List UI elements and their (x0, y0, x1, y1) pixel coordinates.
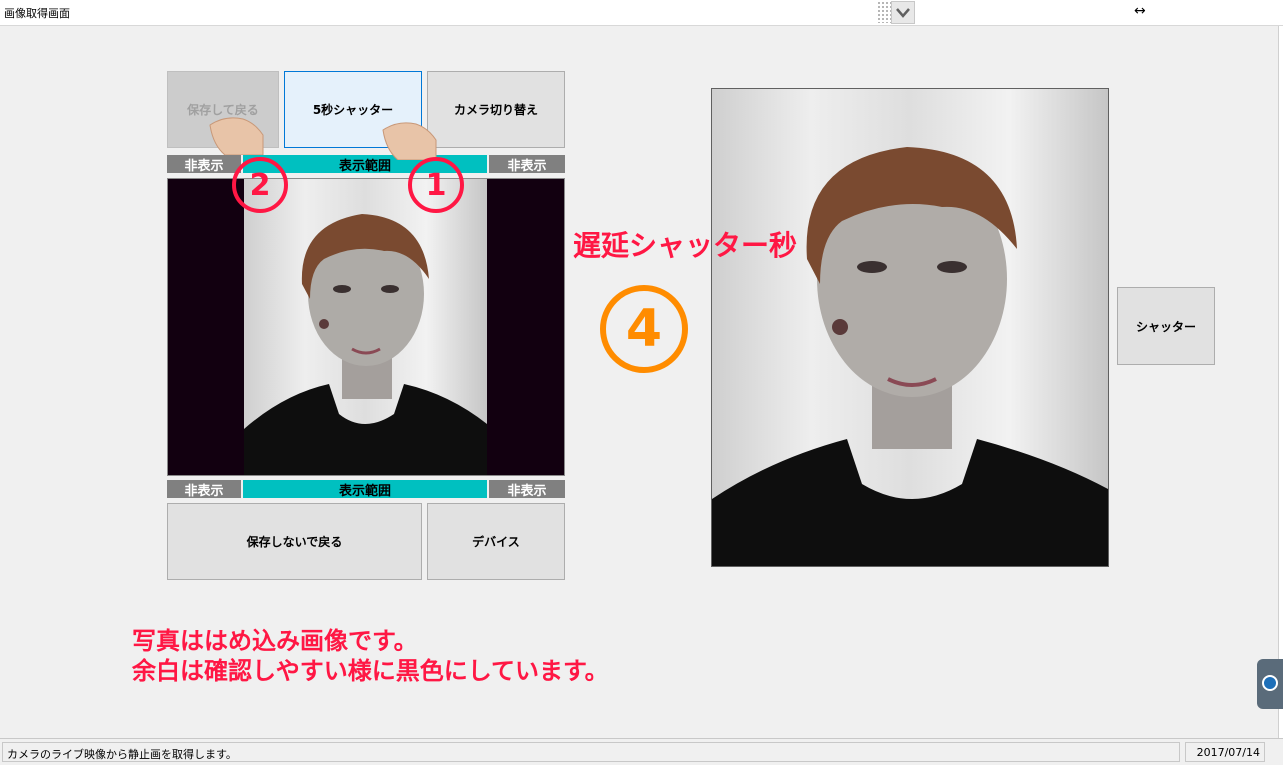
shutter-button[interactable]: シャッター (1117, 287, 1215, 365)
resize-icon[interactable]: ↔ (1134, 3, 1146, 19)
preview-photo (244, 179, 487, 475)
return-without-saving-button[interactable]: 保存しないで戻る (167, 503, 422, 580)
annotation-circle-2: 2 (232, 157, 288, 213)
note-line-2: 余白は確認しやすい様に黒色にしています。 (132, 657, 609, 685)
annotation-circle-4: 4 (600, 285, 688, 373)
hand-pointer-icon (209, 117, 264, 155)
status-message: カメラのライブ映像から静止画を取得します。 (2, 742, 1180, 762)
note-line-1: 写真ははめ込み画像です。 (132, 627, 418, 655)
status-date: 2017/07/14 (1185, 742, 1265, 762)
delay-shutter-label: 遅延シャッター秒 (573, 229, 798, 262)
window-title: 画像取得画面 (4, 7, 70, 20)
status-bar: カメラのライブ映像から静止画を取得します。 2017/07/14 (0, 738, 1283, 765)
side-tab-icon[interactable] (1257, 659, 1283, 709)
title-bar: 画像取得画面 ↔ (0, 0, 1283, 26)
range-top-hidden-right: 非表示 (489, 155, 565, 174)
range-bottom-display-area: 表示範囲 (243, 480, 487, 499)
annotation-circle-1: 1 (408, 157, 464, 213)
device-button[interactable]: デバイス (427, 503, 565, 580)
portrait-large-image (712, 147, 1108, 566)
hand-pointer-icon (382, 122, 437, 160)
chevron-down-icon (896, 7, 910, 18)
camera-preview (167, 178, 565, 476)
range-bottom-hidden-left: 非表示 (167, 480, 241, 499)
window-right-edge (1278, 26, 1283, 738)
dropdown-button[interactable] (891, 1, 915, 24)
captured-image (711, 88, 1109, 567)
annotation-note: 写真ははめ込み画像です。 余白は確認しやすい様に黒色にしています。 (132, 626, 609, 686)
range-bottom-hidden-right: 非表示 (489, 480, 565, 499)
range-top-hidden-left: 非表示 (167, 155, 241, 174)
grip-dots-icon[interactable] (877, 1, 891, 23)
camera-switch-button[interactable]: カメラ切り替え (427, 71, 565, 148)
portrait-image (244, 214, 487, 475)
